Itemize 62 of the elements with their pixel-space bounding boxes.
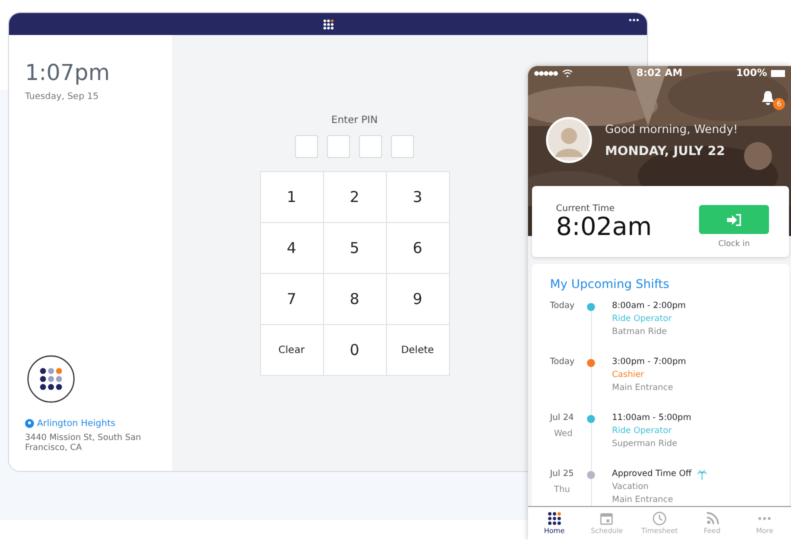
battery-level: 100% (736, 68, 767, 79)
battery-icon (770, 70, 785, 77)
shift-date: Today (550, 301, 576, 311)
feed-icon (704, 511, 720, 526)
keypad-key[interactable]: 2 (324, 172, 386, 222)
shift-location: Main Entrance (612, 382, 674, 395)
shift-time: 8:00am - 2:00pm (612, 300, 686, 313)
shift-role: Ride Operator (612, 425, 673, 438)
bell-icon[interactable] (761, 90, 775, 106)
pin-label: Enter PIN (331, 115, 378, 126)
shift-role: Ride Operator (612, 313, 673, 326)
location-link[interactable]: Arlington Heights (37, 418, 116, 429)
logo-icon (322, 18, 334, 30)
current-time: 8:02am (556, 214, 652, 239)
menu-button[interactable]: ••• (628, 16, 639, 25)
pin-digit-box[interactable] (359, 135, 382, 158)
clock-icon (652, 511, 667, 526)
shift-date: Jul 25 (550, 469, 575, 479)
wifi-icon (562, 69, 573, 78)
shift-day: Wed (554, 429, 587, 439)
keypad-key[interactable]: 0 (324, 325, 386, 375)
calendar-icon (599, 511, 614, 526)
grid-icon (546, 511, 562, 526)
keypad-key[interactable]: 3 (386, 172, 448, 222)
palm-tree-icon (696, 470, 707, 480)
clock-in-button[interactable] (699, 205, 769, 234)
status-time: 8:02 AM (635, 68, 682, 79)
current-time-label: Current Time (556, 204, 616, 214)
shift-location: Superman Ride (612, 438, 678, 451)
shift-time: 11:00am - 5:00pm (612, 412, 692, 425)
pin-digit-box[interactable] (295, 135, 318, 158)
pin-digit-box[interactable] (327, 135, 350, 158)
shift-location: Main Entrance (612, 494, 674, 506)
shift-time: 3:00pm - 7:00pm (612, 356, 686, 369)
clock-time: 1:07pm (25, 61, 111, 86)
keypad-key[interactable]: 6 (386, 223, 448, 273)
location-address: 3440 Mission St, South San Francisco, CA (25, 432, 142, 453)
shift-date: Jul 24 (550, 413, 575, 423)
keypad-key[interactable]: 8 (324, 274, 386, 324)
shift-location: Batman Ride (612, 326, 668, 339)
avatar (546, 117, 592, 163)
shift-day: Thu (554, 485, 587, 495)
greeting-text: Good morning, Wendy! (605, 122, 738, 136)
keypad-key[interactable]: 5 (324, 223, 386, 273)
shift-role: Cashier (612, 369, 646, 382)
clock-in-label: Clock in (718, 239, 750, 248)
logo-icon (27, 354, 75, 403)
keypad-key[interactable]: Delete (386, 325, 448, 375)
keypad-key[interactable]: 4 (260, 223, 322, 273)
keypad-key[interactable]: 9 (386, 274, 448, 324)
keypad-key[interactable]: Clear (260, 325, 322, 375)
location-pin-icon (25, 419, 34, 428)
time-off-type: Vacation (612, 481, 650, 494)
shift-date: Today (550, 357, 576, 367)
section-title: My Upcoming Shifts (550, 277, 670, 291)
date-heading: MONDAY, JULY 22 (605, 143, 726, 158)
keypad-key[interactable]: 1 (260, 172, 322, 222)
pin-digit-box[interactable] (391, 135, 414, 158)
shift-time: Approved Time Off (612, 468, 692, 481)
keypad-key[interactable]: 7 (260, 274, 322, 324)
clock-date: Tuesday, Sep 15 (25, 92, 100, 102)
sign-in-icon (726, 212, 742, 226)
